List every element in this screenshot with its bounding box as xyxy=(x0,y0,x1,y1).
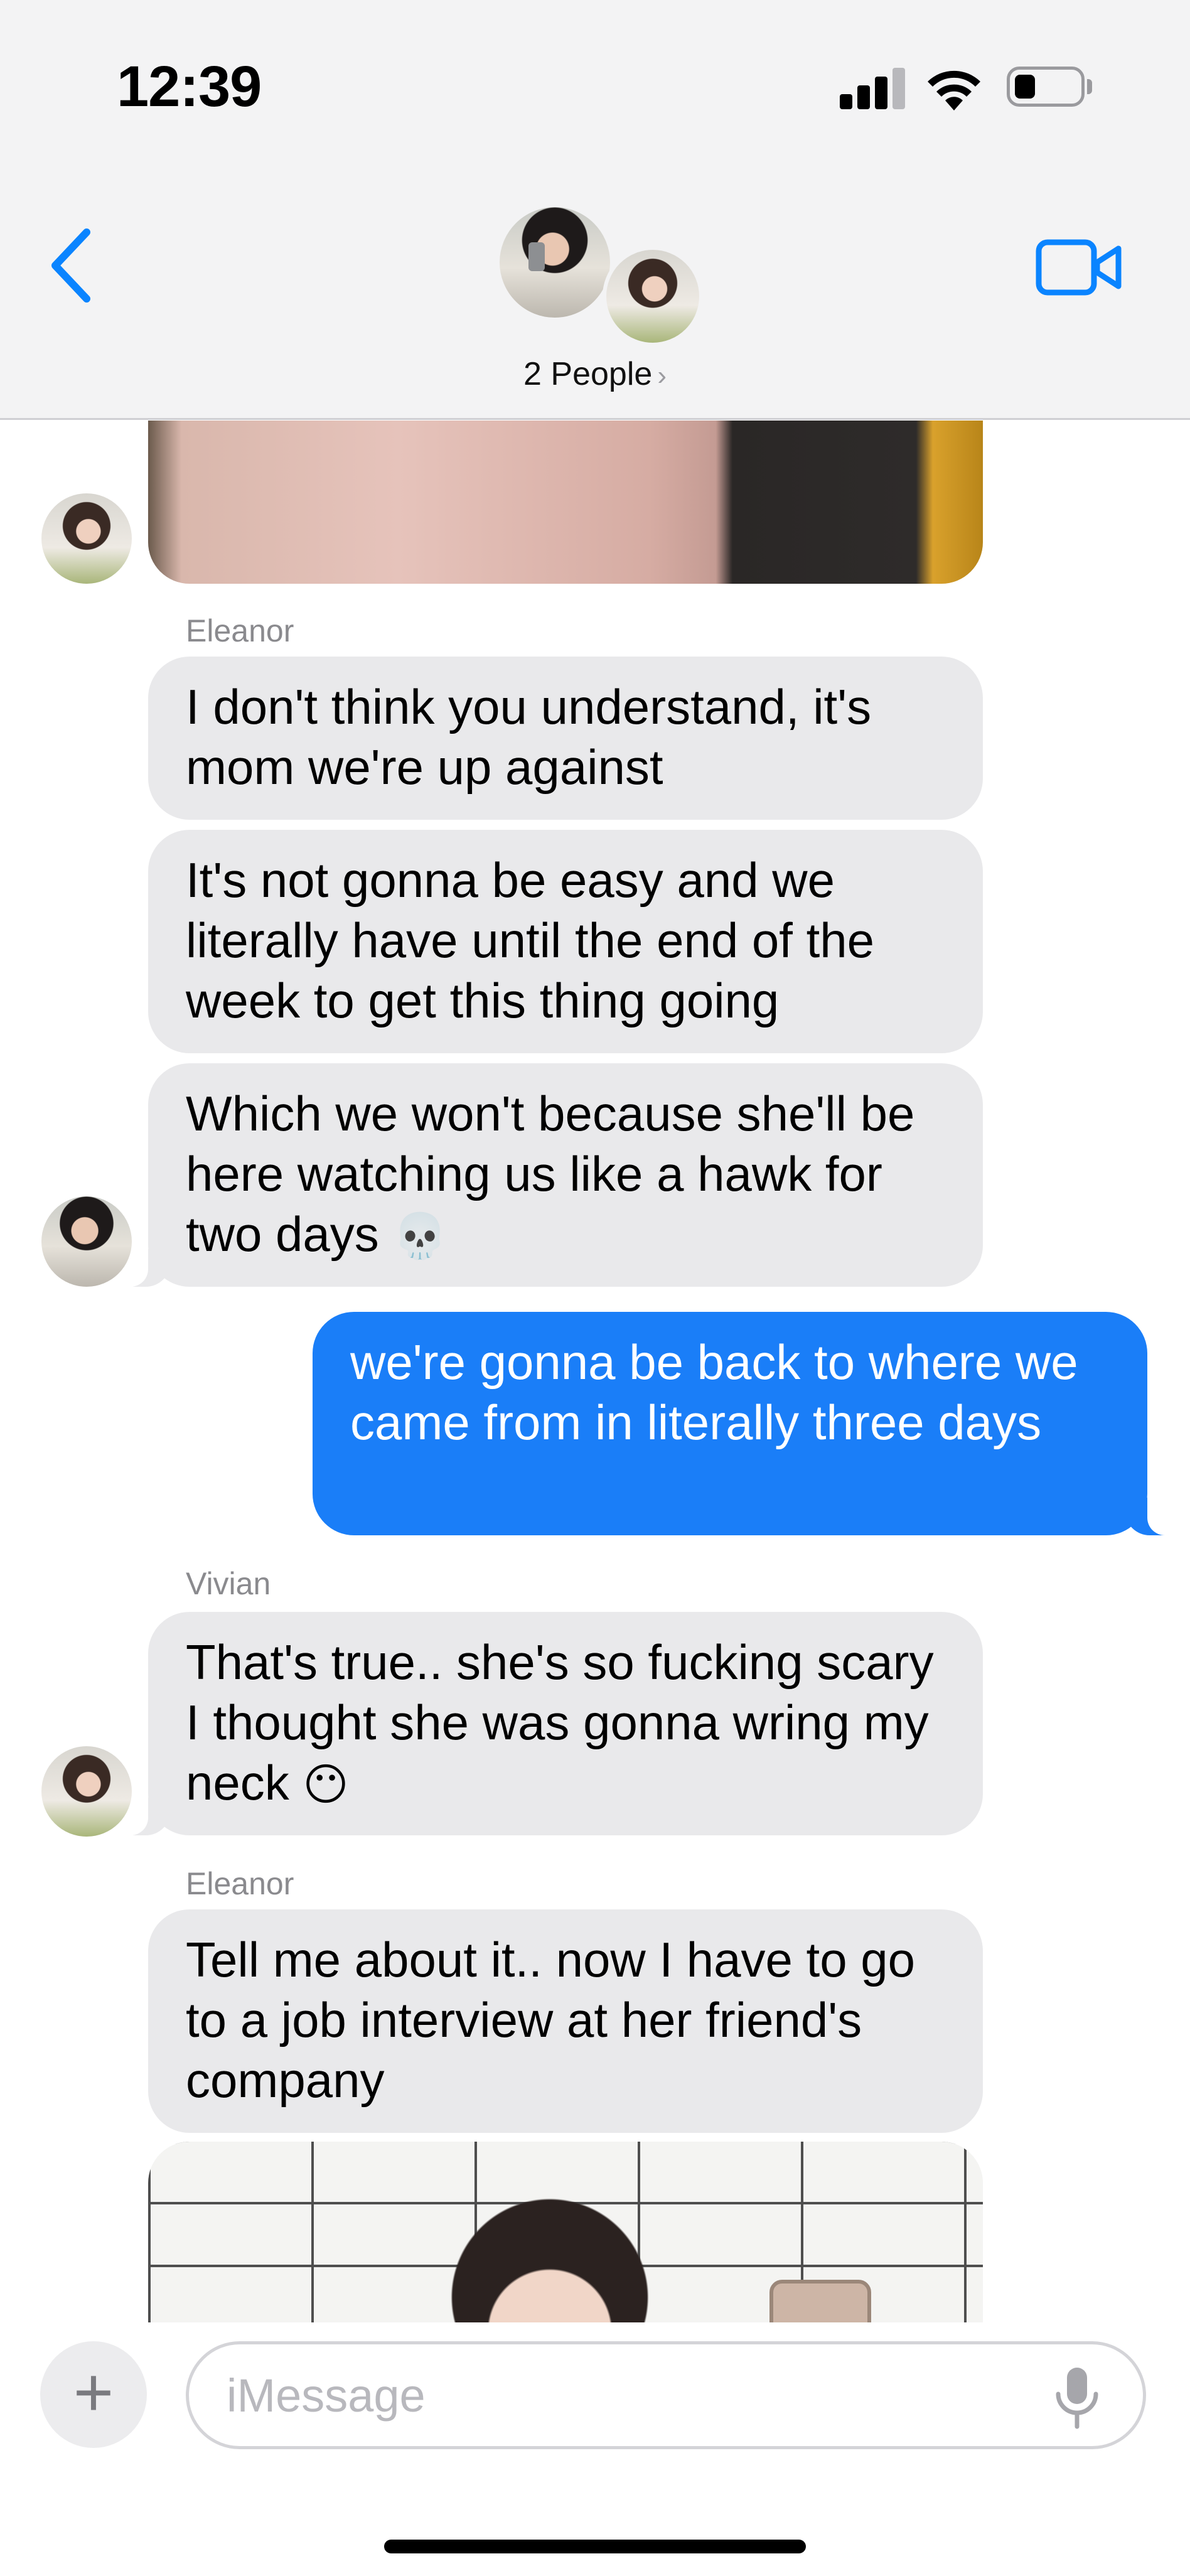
message-text: I don't think you understand, it's mom w… xyxy=(186,679,872,795)
sender-name: Vivian xyxy=(186,1566,271,1601)
message-text: Which we won't because she'll be here wa… xyxy=(186,1086,915,1262)
sender-avatar-eleanor[interactable] xyxy=(41,1196,132,1287)
photo-attachment[interactable] xyxy=(148,2142,983,2330)
chevron-right-icon: › xyxy=(657,360,667,391)
message-text: Tell me about it.. now I have to go to a… xyxy=(186,1932,916,2108)
face-without-mouth-emoji-icon: 😶 xyxy=(303,1759,349,1810)
add-attachment-button[interactable]: + xyxy=(40,2341,147,2448)
message-bubble[interactable]: It's not gonna be easy and we literally … xyxy=(148,830,983,1053)
imessage-input[interactable] xyxy=(186,2341,1146,2449)
conversation-header: 12:39 2 People › xyxy=(0,0,1190,420)
outgoing-message-bubble[interactable]: we're gonna be back to where we came fro… xyxy=(313,1312,1182,1535)
battery-tip xyxy=(1087,79,1092,94)
sender-name: Eleanor xyxy=(186,613,294,648)
sender-avatar-vivian[interactable] xyxy=(41,1746,132,1837)
message-bubble[interactable]: That's true.. she's so fucking scary I t… xyxy=(115,1612,983,1835)
sender-name: Eleanor xyxy=(186,1866,294,1901)
group-avatar-vivian[interactable] xyxy=(603,246,703,346)
battery-icon xyxy=(1007,67,1085,107)
skull-emoji-icon: 💀 xyxy=(392,1210,448,1262)
home-indicator[interactable] xyxy=(384,2540,806,2553)
microphone-icon[interactable] xyxy=(1052,2365,1102,2430)
message-bubble[interactable]: I don't think you understand, it's mom w… xyxy=(148,657,983,820)
people-count-label: 2 People xyxy=(523,356,653,392)
message-text: we're gonna be back to where we came fro… xyxy=(350,1334,1078,1450)
photo-attachment[interactable] xyxy=(148,421,983,584)
message-bubble[interactable]: Which we won't because she'll be here wa… xyxy=(115,1063,983,1287)
wifi-icon xyxy=(928,70,980,110)
group-details-button[interactable]: 2 People › xyxy=(0,355,1190,393)
video-call-icon[interactable] xyxy=(1036,237,1123,298)
cellular-signal-icon xyxy=(840,68,908,109)
message-text: It's not gonna be easy and we literally … xyxy=(186,852,875,1028)
message-bubble[interactable]: Tell me about it.. now I have to go to a… xyxy=(148,1909,983,2133)
status-time: 12:39 xyxy=(117,55,262,119)
sender-avatar-vivian[interactable] xyxy=(41,493,132,584)
back-chevron-icon[interactable] xyxy=(44,225,100,306)
group-avatar-eleanor[interactable] xyxy=(496,203,614,321)
message-text: That's true.. she's so fucking scary I t… xyxy=(186,1634,934,1810)
